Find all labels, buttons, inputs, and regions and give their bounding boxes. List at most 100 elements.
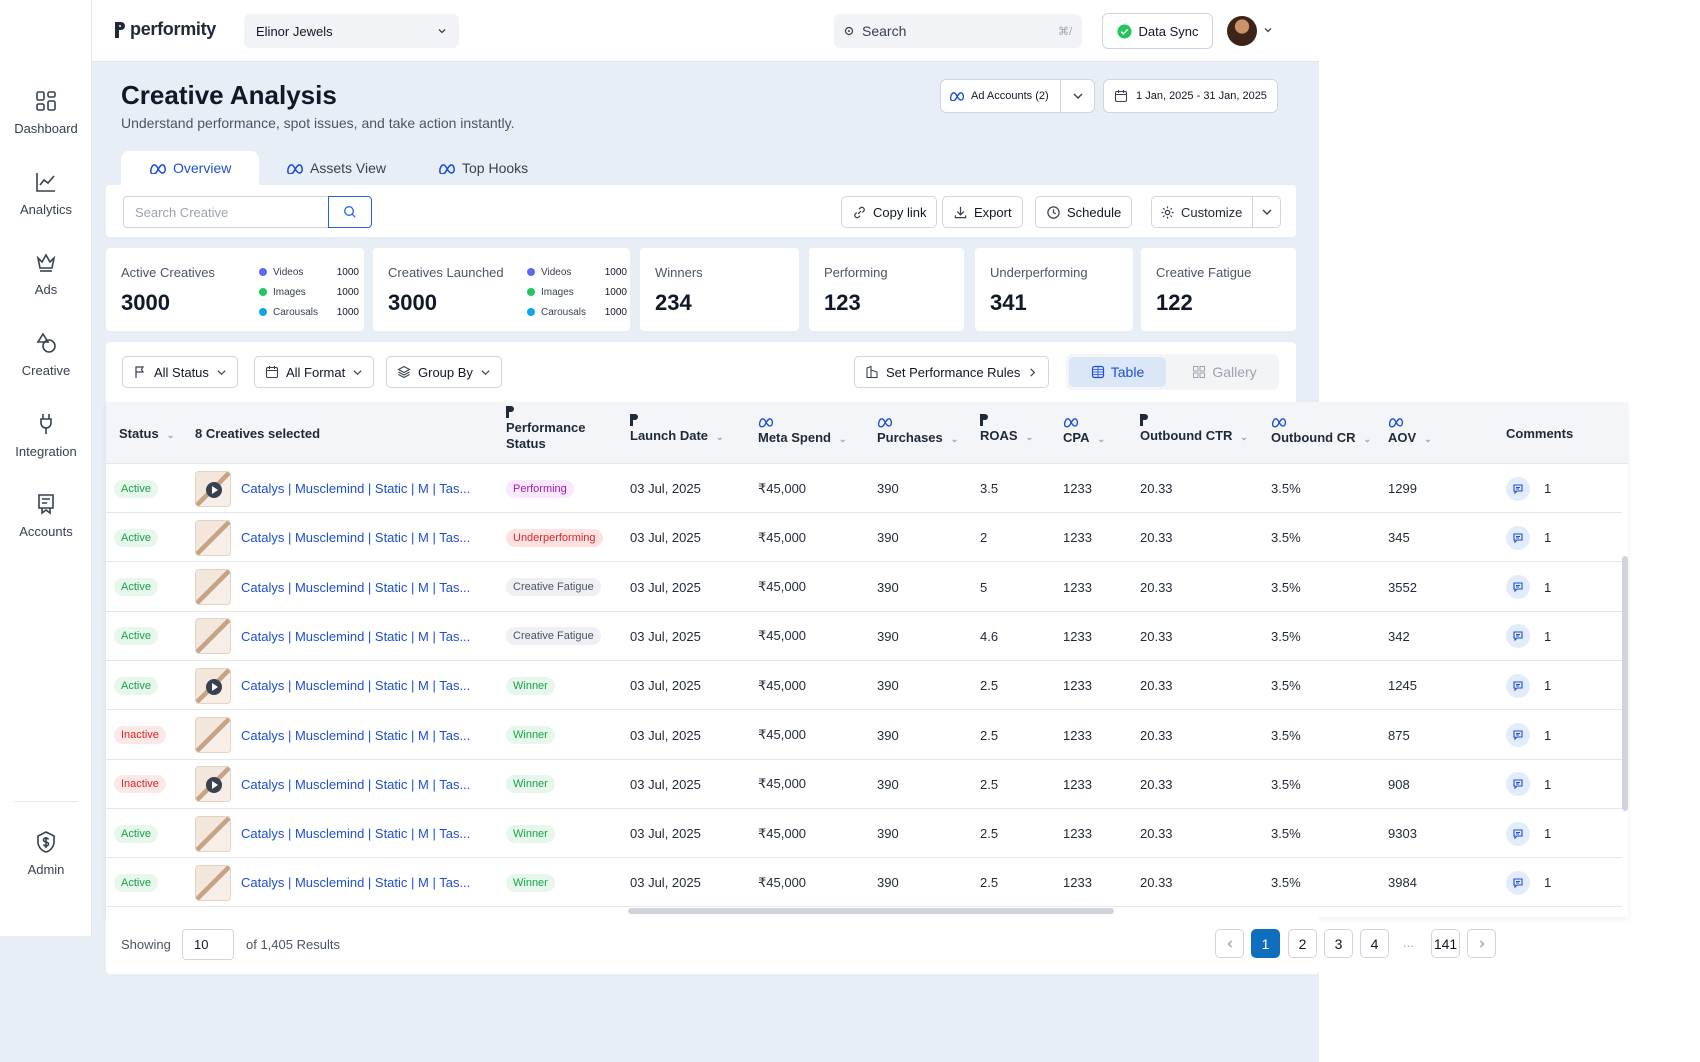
customize-button[interactable]: Customize bbox=[1151, 196, 1281, 228]
creative-thumbnail[interactable] bbox=[195, 519, 231, 556]
comment-icon[interactable] bbox=[1506, 870, 1530, 895]
col-outbound-cr-header[interactable]: Outbound CR ⌄ bbox=[1271, 416, 1371, 447]
col-launch-date-header[interactable]: Launch Date ⌄ bbox=[630, 414, 724, 445]
account-select[interactable]: Elinor Jewels bbox=[244, 14, 459, 48]
comments-cell[interactable]: 1 bbox=[1506, 711, 1551, 760]
creative-cell[interactable]: Catalys | Musclemind | Static | M | Tas.… bbox=[195, 809, 470, 858]
chevron-down-icon[interactable] bbox=[1263, 25, 1273, 35]
comment-icon[interactable] bbox=[1506, 821, 1530, 846]
tab-overview[interactable]: Overview bbox=[121, 151, 260, 185]
sidebar-item-ads[interactable]: Ads bbox=[0, 250, 92, 297]
tab-top-hooks[interactable]: Top Hooks bbox=[438, 151, 528, 185]
comments-cell[interactable]: 1 bbox=[1506, 760, 1551, 809]
creative-name-link[interactable]: Catalys | Musclemind | Static | M | Tas.… bbox=[241, 826, 470, 841]
horizontal-scrollbar[interactable] bbox=[106, 906, 1622, 916]
next-page-button[interactable] bbox=[1467, 929, 1496, 958]
table-row[interactable]: Inactive Catalys | Musclemind | Static | … bbox=[106, 710, 1622, 760]
creative-name-link[interactable]: Catalys | Musclemind | Static | M | Tas.… bbox=[241, 629, 470, 644]
sidebar-item-analytics[interactable]: Analytics bbox=[0, 170, 92, 217]
avatar[interactable] bbox=[1227, 16, 1257, 46]
comment-icon[interactable] bbox=[1506, 525, 1530, 550]
comment-icon[interactable] bbox=[1506, 476, 1530, 501]
table-row[interactable]: Active Catalys | Musclemind | Static | M … bbox=[106, 858, 1622, 908]
creative-cell[interactable]: Catalys | Musclemind | Static | M | Tas.… bbox=[195, 563, 470, 612]
creative-cell[interactable]: Catalys | Musclemind | Static | M | Tas.… bbox=[195, 612, 470, 661]
creative-thumbnail[interactable] bbox=[195, 717, 231, 753]
comments-cell[interactable]: 1 bbox=[1506, 661, 1551, 710]
comments-cell[interactable]: 1 bbox=[1506, 809, 1551, 858]
col-cpa-header[interactable]: CPA ⌄ bbox=[1063, 416, 1105, 447]
table-row[interactable]: Active Catalys | Musclemind | Static | M … bbox=[106, 661, 1622, 711]
creative-cell[interactable]: Catalys | Musclemind | Static | M | Tas.… bbox=[195, 464, 470, 513]
schedule-button[interactable]: Schedule bbox=[1035, 196, 1133, 228]
col-meta-spend-header[interactable]: Meta Spend ⌄ bbox=[758, 416, 847, 447]
col-outbound-ctr-header[interactable]: Outbound CTR ⌄ bbox=[1140, 414, 1248, 445]
creative-name-link[interactable]: Catalys | Musclemind | Static | M | Tas.… bbox=[241, 875, 470, 890]
table-row[interactable]: Active Catalys | Musclemind | Static | M … bbox=[106, 464, 1622, 513]
creative-cell[interactable]: Catalys | Musclemind | Static | M | Tas.… bbox=[195, 711, 470, 760]
comment-icon[interactable] bbox=[1506, 575, 1530, 600]
copy-link-button[interactable]: Copy link bbox=[841, 196, 938, 228]
creative-name-link[interactable]: Catalys | Musclemind | Static | M | Tas.… bbox=[241, 530, 470, 545]
comment-icon[interactable] bbox=[1506, 772, 1530, 797]
sidebar-item-accounts[interactable]: Accounts bbox=[0, 492, 92, 539]
sidebar-item-admin[interactable]: Admin bbox=[0, 830, 92, 877]
comments-cell[interactable]: 1 bbox=[1506, 612, 1551, 661]
creative-cell[interactable]: Catalys | Musclemind | Static | M | Tas.… bbox=[195, 858, 470, 907]
col-roas-header[interactable]: ROAS ⌄ bbox=[980, 414, 1033, 445]
table-row[interactable]: Active Catalys | Musclemind | Static | M … bbox=[106, 513, 1622, 563]
creative-name-link[interactable]: Catalys | Musclemind | Static | M | Tas.… bbox=[241, 481, 470, 496]
tab-assets-view[interactable]: Assets View bbox=[286, 151, 386, 185]
creative-search-input[interactable]: Search Creative bbox=[123, 196, 329, 228]
comments-cell[interactable]: 1 bbox=[1506, 513, 1551, 562]
table-row[interactable]: Active Catalys | Musclemind | Static | M … bbox=[106, 611, 1622, 661]
status-filter[interactable]: All Status bbox=[122, 356, 238, 388]
sidebar-item-dashboard[interactable]: Dashboard bbox=[0, 89, 92, 136]
creative-thumbnail[interactable] bbox=[195, 864, 231, 901]
export-button[interactable]: Export bbox=[942, 196, 1023, 228]
page-size-input[interactable]: 10 bbox=[182, 929, 234, 960]
format-filter[interactable]: All Format bbox=[254, 356, 375, 388]
comments-cell[interactable]: 1 bbox=[1506, 563, 1551, 612]
vertical-scrollbar[interactable] bbox=[1622, 464, 1628, 906]
brand-logo[interactable]: performity bbox=[114, 19, 216, 40]
sidebar-item-creative[interactable]: Creative bbox=[0, 331, 92, 378]
creative-thumbnail[interactable] bbox=[195, 667, 231, 704]
comments-cell[interactable]: 1 bbox=[1506, 858, 1551, 907]
col-aov-header[interactable]: AOV ⌄ bbox=[1388, 416, 1432, 447]
view-table-button[interactable]: Table bbox=[1069, 357, 1166, 387]
page-button-3[interactable]: 3 bbox=[1324, 929, 1353, 958]
creative-thumbnail[interactable] bbox=[195, 569, 231, 606]
creative-name-link[interactable]: Catalys | Musclemind | Static | M | Tas.… bbox=[241, 678, 470, 693]
col-purchases-header[interactable]: Purchases ⌄ bbox=[877, 416, 958, 447]
date-range-picker[interactable]: 1 Jan, 2025 - 31 Jan, 2025 bbox=[1103, 79, 1278, 113]
creative-thumbnail[interactable] bbox=[195, 766, 231, 803]
table-row[interactable]: Active Catalys | Musclemind | Static | M … bbox=[106, 809, 1622, 859]
table-row[interactable]: Inactive Catalys | Musclemind | Static | … bbox=[106, 759, 1622, 809]
page-button-1[interactable]: 1 bbox=[1251, 929, 1280, 958]
creative-name-link[interactable]: Catalys | Musclemind | Static | M | Tas.… bbox=[241, 777, 470, 792]
creative-cell[interactable]: Catalys | Musclemind | Static | M | Tas.… bbox=[195, 661, 470, 710]
prev-page-button[interactable] bbox=[1215, 929, 1244, 958]
page-button-2[interactable]: 2 bbox=[1288, 929, 1317, 958]
sidebar-item-integration[interactable]: Integration bbox=[0, 412, 92, 459]
view-gallery-button[interactable]: Gallery bbox=[1176, 357, 1273, 387]
col-status-header[interactable]: Status ⌄ bbox=[119, 426, 174, 443]
page-button-last[interactable]: 141 bbox=[1431, 929, 1460, 958]
comment-icon[interactable] bbox=[1506, 624, 1530, 649]
creative-cell[interactable]: Catalys | Musclemind | Static | M | Tas.… bbox=[195, 513, 470, 562]
creative-cell[interactable]: Catalys | Musclemind | Static | M | Tas.… bbox=[195, 760, 470, 809]
table-row[interactable]: Active Catalys | Musclemind | Static | M … bbox=[106, 562, 1622, 612]
creative-thumbnail[interactable] bbox=[195, 815, 231, 852]
comments-cell[interactable]: 1 bbox=[1506, 464, 1551, 513]
comment-icon[interactable] bbox=[1506, 723, 1530, 747]
data-sync-button[interactable]: Data Sync bbox=[1102, 13, 1213, 49]
page-button-4[interactable]: 4 bbox=[1360, 929, 1389, 958]
creative-search-button[interactable] bbox=[328, 196, 372, 228]
creative-name-link[interactable]: Catalys | Musclemind | Static | M | Tas.… bbox=[241, 728, 470, 743]
creative-name-link[interactable]: Catalys | Musclemind | Static | M | Tas.… bbox=[241, 580, 470, 595]
ad-accounts-dropdown[interactable]: Ad Accounts (2) bbox=[940, 79, 1095, 113]
group-by-dropdown[interactable]: Group By bbox=[386, 356, 502, 388]
creative-thumbnail[interactable] bbox=[195, 470, 231, 507]
set-performance-rules-button[interactable]: Set Performance Rules bbox=[854, 356, 1050, 388]
